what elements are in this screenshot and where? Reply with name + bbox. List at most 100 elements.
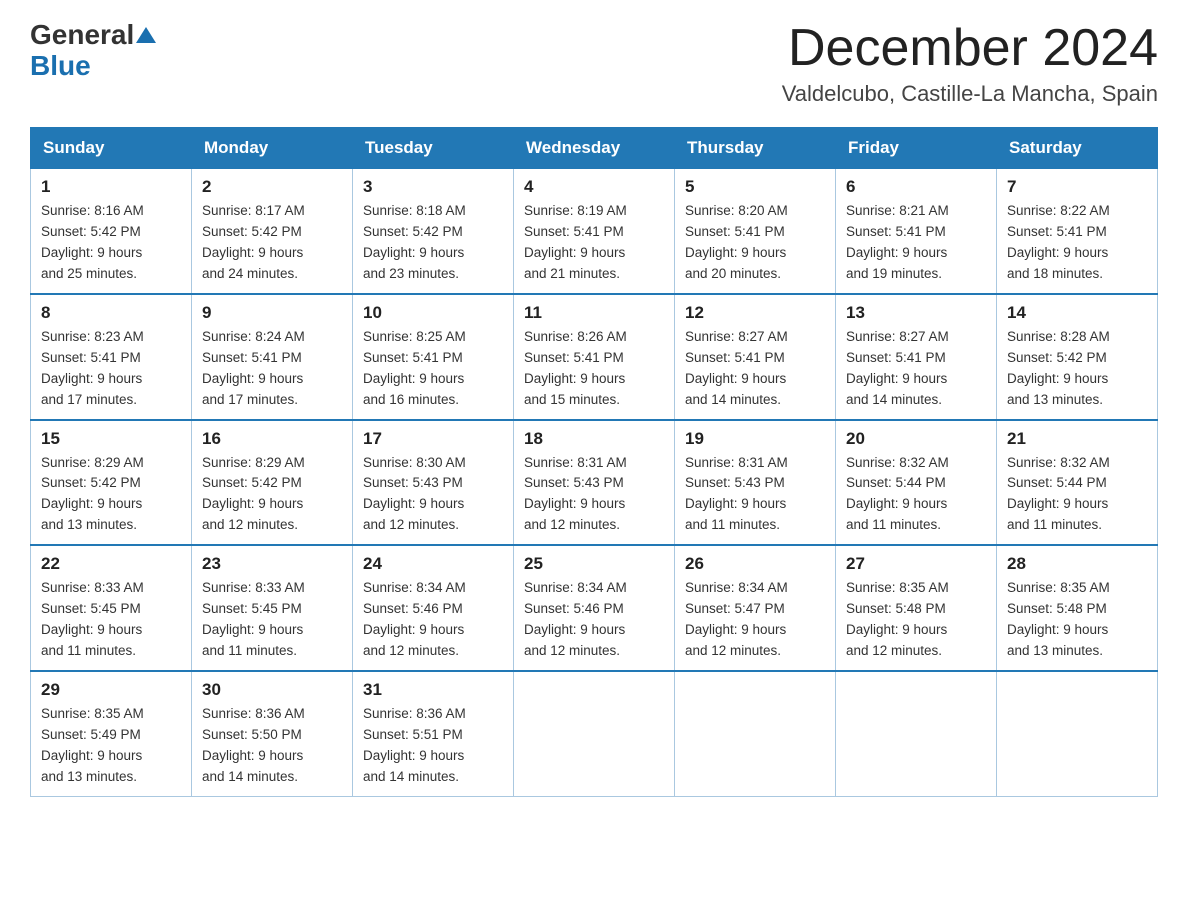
location-title: Valdelcubo, Castille-La Mancha, Spain	[782, 81, 1158, 107]
calendar-day-cell	[836, 671, 997, 796]
calendar-week-row: 29Sunrise: 8:35 AMSunset: 5:49 PMDayligh…	[31, 671, 1158, 796]
header-wednesday: Wednesday	[514, 128, 675, 169]
calendar-day-cell	[514, 671, 675, 796]
header-saturday: Saturday	[997, 128, 1158, 169]
calendar-day-cell: 12 Sunrise: 8:27 AMSunset: 5:41 PMDayligh…	[675, 294, 836, 420]
calendar-day-cell: 14Sunrise: 8:28 AMSunset: 5:42 PMDayligh…	[997, 294, 1158, 420]
day-info: Sunrise: 8:26 AMSunset: 5:41 PMDaylight:…	[524, 327, 664, 411]
header-tuesday: Tuesday	[353, 128, 514, 169]
calendar-day-cell: 1 Sunrise: 8:16 AMSunset: 5:42 PMDaylight…	[31, 169, 192, 294]
day-info: Sunrise: 8:31 AMSunset: 5:43 PMDaylight:…	[524, 453, 664, 537]
calendar-day-cell: 15 Sunrise: 8:29 AMSunset: 5:42 PMDayligh…	[31, 420, 192, 546]
calendar-day-cell: 17Sunrise: 8:30 AMSunset: 5:43 PMDayligh…	[353, 420, 514, 546]
calendar-day-cell: 31 Sunrise: 8:36 AMSunset: 5:51 PMDayligh…	[353, 671, 514, 796]
day-info: Sunrise: 8:32 AMSunset: 5:44 PMDaylight:…	[846, 453, 986, 537]
day-number: 24	[363, 554, 503, 574]
day-number: 18	[524, 429, 664, 449]
calendar-day-cell	[997, 671, 1158, 796]
day-info: Sunrise: 8:35 AMSunset: 5:48 PMDaylight:…	[1007, 578, 1147, 662]
calendar-day-cell: 21 Sunrise: 8:32 AMSunset: 5:44 PMDayligh…	[997, 420, 1158, 546]
day-info: Sunrise: 8:27 AMSunset: 5:41 PMDaylight:…	[685, 327, 825, 411]
day-info: Sunrise: 8:28 AMSunset: 5:42 PMDaylight:…	[1007, 327, 1147, 411]
day-info: Sunrise: 8:16 AMSunset: 5:42 PMDaylight:…	[41, 201, 181, 285]
day-number: 21	[1007, 429, 1147, 449]
day-info: Sunrise: 8:33 AMSunset: 5:45 PMDaylight:…	[41, 578, 181, 662]
day-info: Sunrise: 8:33 AMSunset: 5:45 PMDaylight:…	[202, 578, 342, 662]
calendar-day-cell: 16Sunrise: 8:29 AMSunset: 5:42 PMDayligh…	[192, 420, 353, 546]
day-info: Sunrise: 8:22 AMSunset: 5:41 PMDaylight:…	[1007, 201, 1147, 285]
calendar-day-cell: 24 Sunrise: 8:34 AMSunset: 5:46 PMDayligh…	[353, 545, 514, 671]
day-number: 23	[202, 554, 342, 574]
calendar-day-cell: 18 Sunrise: 8:31 AMSunset: 5:43 PMDayligh…	[514, 420, 675, 546]
calendar-day-cell: 23 Sunrise: 8:33 AMSunset: 5:45 PMDayligh…	[192, 545, 353, 671]
calendar-day-cell: 26 Sunrise: 8:34 AMSunset: 5:47 PMDayligh…	[675, 545, 836, 671]
day-number: 12	[685, 303, 825, 323]
calendar-day-cell: 28 Sunrise: 8:35 AMSunset: 5:48 PMDayligh…	[997, 545, 1158, 671]
day-number: 25	[524, 554, 664, 574]
day-number: 13	[846, 303, 986, 323]
calendar-day-cell: 6 Sunrise: 8:21 AMSunset: 5:41 PMDaylight…	[836, 169, 997, 294]
calendar-day-cell: 4 Sunrise: 8:19 AMSunset: 5:41 PMDaylight…	[514, 169, 675, 294]
logo: General Blue	[30, 20, 156, 82]
header-thursday: Thursday	[675, 128, 836, 169]
day-number: 6	[846, 177, 986, 197]
logo-blue-text: Blue	[30, 51, 91, 82]
day-info: Sunrise: 8:29 AMSunset: 5:42 PMDaylight:…	[41, 453, 181, 537]
title-section: December 2024 Valdelcubo, Castille-La Ma…	[782, 20, 1158, 107]
day-number: 15	[41, 429, 181, 449]
day-number: 1	[41, 177, 181, 197]
day-number: 22	[41, 554, 181, 574]
calendar-day-cell: 8 Sunrise: 8:23 AMSunset: 5:41 PMDaylight…	[31, 294, 192, 420]
page-header: General Blue December 2024 Valdelcubo, C…	[30, 20, 1158, 107]
calendar-day-cell: 27 Sunrise: 8:35 AMSunset: 5:48 PMDayligh…	[836, 545, 997, 671]
header-monday: Monday	[192, 128, 353, 169]
calendar-day-cell: 2Sunrise: 8:17 AMSunset: 5:42 PMDaylight…	[192, 169, 353, 294]
day-number: 26	[685, 554, 825, 574]
day-number: 3	[363, 177, 503, 197]
day-number: 9	[202, 303, 342, 323]
day-info: Sunrise: 8:23 AMSunset: 5:41 PMDaylight:…	[41, 327, 181, 411]
day-number: 8	[41, 303, 181, 323]
day-number: 17	[363, 429, 503, 449]
day-info: Sunrise: 8:29 AMSunset: 5:42 PMDaylight:…	[202, 453, 342, 537]
day-number: 5	[685, 177, 825, 197]
day-info: Sunrise: 8:27 AMSunset: 5:41 PMDaylight:…	[846, 327, 986, 411]
day-info: Sunrise: 8:34 AMSunset: 5:47 PMDaylight:…	[685, 578, 825, 662]
day-info: Sunrise: 8:24 AMSunset: 5:41 PMDaylight:…	[202, 327, 342, 411]
day-number: 28	[1007, 554, 1147, 574]
day-number: 20	[846, 429, 986, 449]
day-number: 19	[685, 429, 825, 449]
day-number: 30	[202, 680, 342, 700]
day-info: Sunrise: 8:17 AMSunset: 5:42 PMDaylight:…	[202, 201, 342, 285]
day-info: Sunrise: 8:18 AMSunset: 5:42 PMDaylight:…	[363, 201, 503, 285]
day-number: 31	[363, 680, 503, 700]
day-info: Sunrise: 8:21 AMSunset: 5:41 PMDaylight:…	[846, 201, 986, 285]
calendar-day-cell: 10Sunrise: 8:25 AMSunset: 5:41 PMDayligh…	[353, 294, 514, 420]
day-info: Sunrise: 8:35 AMSunset: 5:48 PMDaylight:…	[846, 578, 986, 662]
calendar-day-cell: 25Sunrise: 8:34 AMSunset: 5:46 PMDayligh…	[514, 545, 675, 671]
calendar-day-cell: 7Sunrise: 8:22 AMSunset: 5:41 PMDaylight…	[997, 169, 1158, 294]
day-info: Sunrise: 8:32 AMSunset: 5:44 PMDaylight:…	[1007, 453, 1147, 537]
calendar-day-cell: 3 Sunrise: 8:18 AMSunset: 5:42 PMDaylight…	[353, 169, 514, 294]
logo-triangle-icon	[136, 27, 156, 43]
calendar-day-cell: 5 Sunrise: 8:20 AMSunset: 5:41 PMDaylight…	[675, 169, 836, 294]
header-sunday: Sunday	[31, 128, 192, 169]
day-number: 29	[41, 680, 181, 700]
day-info: Sunrise: 8:36 AMSunset: 5:51 PMDaylight:…	[363, 704, 503, 788]
day-number: 10	[363, 303, 503, 323]
day-number: 4	[524, 177, 664, 197]
calendar-day-cell: 19Sunrise: 8:31 AMSunset: 5:43 PMDayligh…	[675, 420, 836, 546]
day-info: Sunrise: 8:20 AMSunset: 5:41 PMDaylight:…	[685, 201, 825, 285]
calendar-table: Sunday Monday Tuesday Wednesday Thursday…	[30, 127, 1158, 796]
day-info: Sunrise: 8:34 AMSunset: 5:46 PMDaylight:…	[363, 578, 503, 662]
calendar-week-row: 8 Sunrise: 8:23 AMSunset: 5:41 PMDaylight…	[31, 294, 1158, 420]
calendar-header-row: Sunday Monday Tuesday Wednesday Thursday…	[31, 128, 1158, 169]
calendar-day-cell: 22 Sunrise: 8:33 AMSunset: 5:45 PMDayligh…	[31, 545, 192, 671]
logo-general-text: General	[30, 20, 134, 51]
day-info: Sunrise: 8:19 AMSunset: 5:41 PMDaylight:…	[524, 201, 664, 285]
calendar-week-row: 1 Sunrise: 8:16 AMSunset: 5:42 PMDaylight…	[31, 169, 1158, 294]
day-number: 27	[846, 554, 986, 574]
calendar-week-row: 22 Sunrise: 8:33 AMSunset: 5:45 PMDayligh…	[31, 545, 1158, 671]
calendar-day-cell: 13 Sunrise: 8:27 AMSunset: 5:41 PMDayligh…	[836, 294, 997, 420]
calendar-day-cell: 30Sunrise: 8:36 AMSunset: 5:50 PMDayligh…	[192, 671, 353, 796]
